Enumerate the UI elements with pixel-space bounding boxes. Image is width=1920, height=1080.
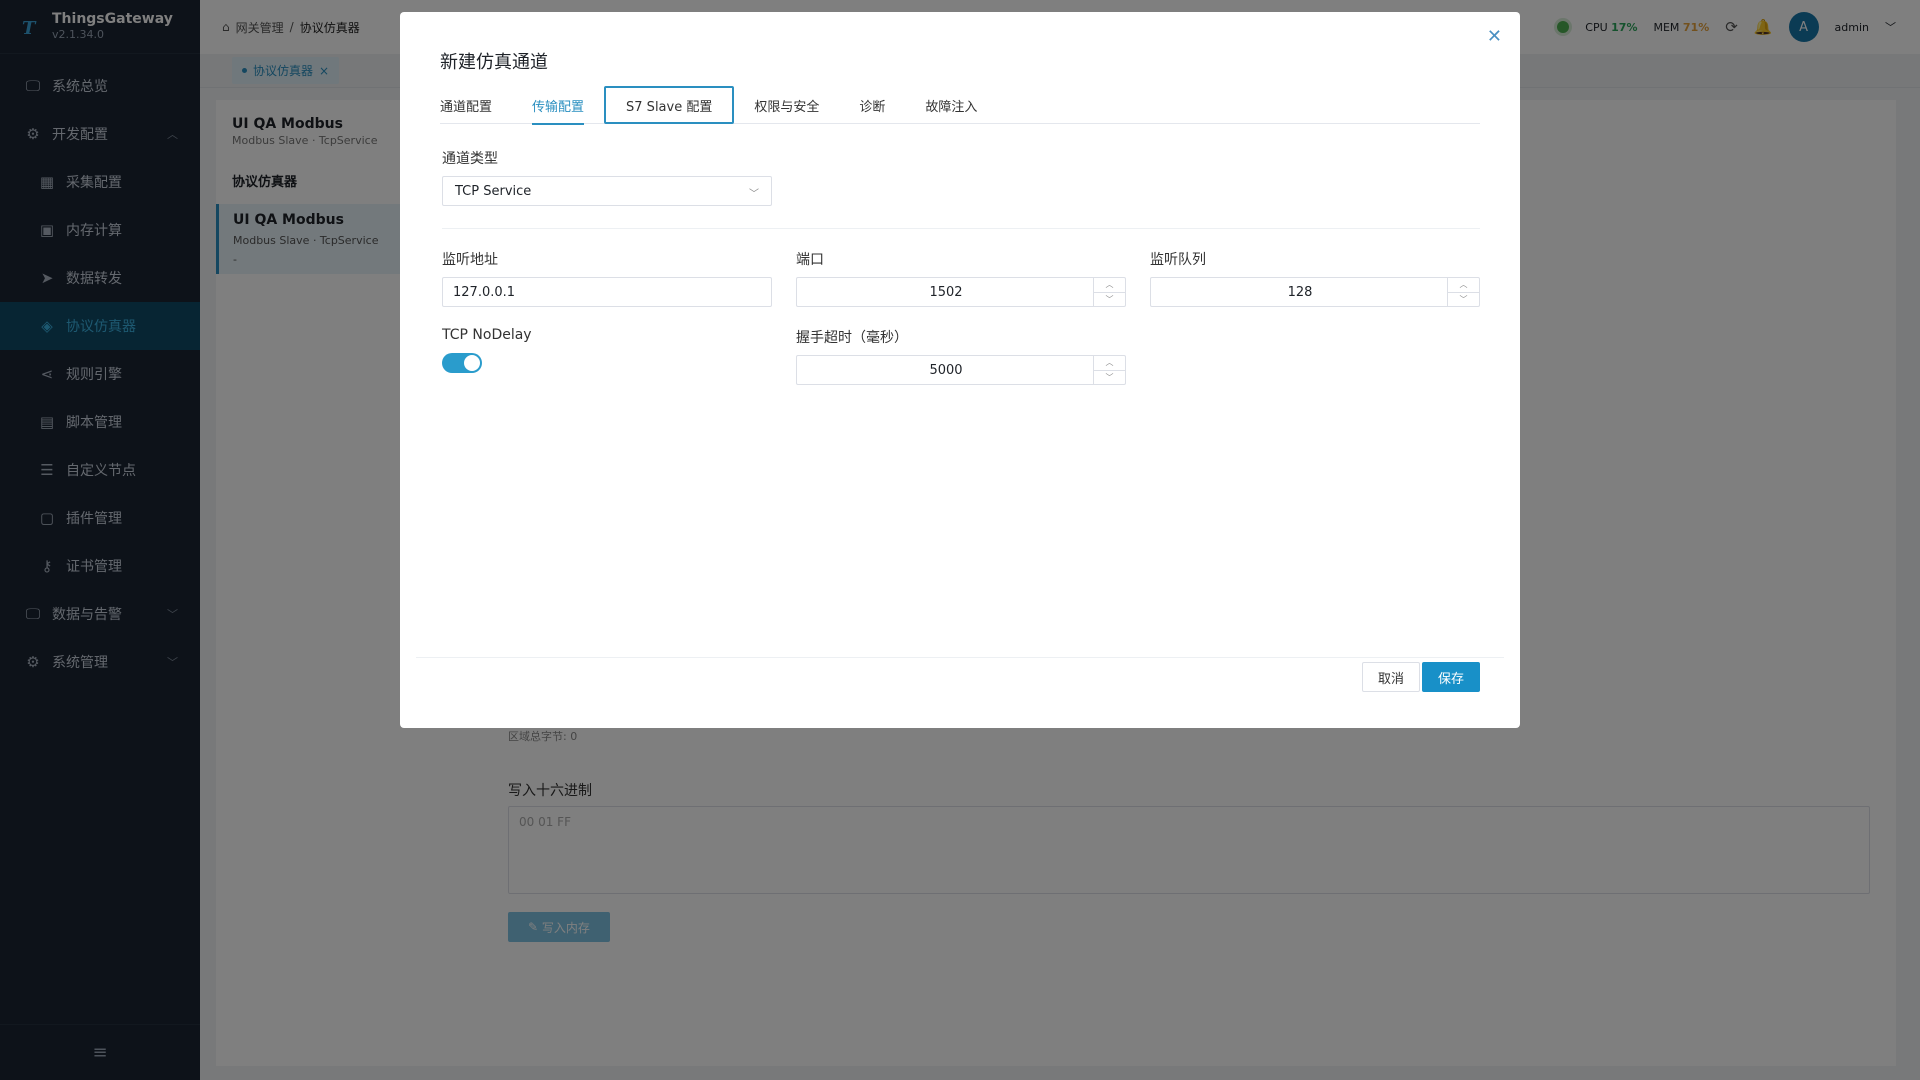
handshake-timeout-value: 5000 (929, 362, 963, 378)
tab-fault-injection[interactable]: 故障注入 (905, 86, 997, 124)
tab-s7-slave-config[interactable]: S7 Slave 配置 (604, 86, 735, 124)
listen-queue-label: 监听队列 (1150, 252, 1206, 268)
handshake-timeout-input[interactable]: 5000 ︿ ﹀ (796, 355, 1126, 385)
listen-queue-field: 监听队列 128 ︿ ﹀ (1150, 249, 1480, 307)
stepper-down-icon[interactable]: ﹀ (1094, 293, 1125, 307)
listen-queue-value: 128 (1287, 284, 1313, 300)
transport-form: 通道类型 TCP Service ﹀ 监听地址 127.0.0.1 端口 150… (442, 148, 1480, 385)
port-stepper[interactable]: ︿ ﹀ (1093, 278, 1125, 306)
port-field: 端口 1502 ︿ ﹀ (796, 249, 1126, 307)
channel-type-label: 通道类型 (442, 151, 498, 167)
modal-title: 新建仿真通道 (440, 52, 548, 73)
close-icon[interactable]: ✕ (1487, 26, 1502, 47)
modal-tabs: 通道配置 传输配置 S7 Slave 配置 权限与安全 诊断 故障注入 (440, 86, 1480, 125)
tab-permissions-security[interactable]: 权限与安全 (734, 86, 839, 124)
stepper-down-icon[interactable]: ﹀ (1094, 371, 1125, 385)
listen-address-input[interactable]: 127.0.0.1 (442, 277, 772, 307)
tab-transport-config[interactable]: 传输配置 (512, 86, 604, 125)
port-label: 端口 (796, 252, 824, 268)
create-channel-modal: ✕ 新建仿真通道 通道配置 传输配置 S7 Slave 配置 权限与安全 诊断 … (400, 12, 1520, 728)
cancel-button[interactable]: 取消 (1362, 662, 1420, 692)
modal-footer-divider (416, 657, 1504, 658)
chevron-down-icon: ﹀ (749, 189, 759, 200)
handshake-timeout-label: 握手超时（毫秒） (796, 330, 908, 346)
listen-address-field: 监听地址 127.0.0.1 (442, 249, 772, 307)
channel-type-select[interactable]: TCP Service ﹀ (442, 176, 772, 206)
handshake-timeout-field: 握手超时（毫秒） 5000 ︿ ﹀ (796, 327, 1126, 385)
form-row: 监听地址 127.0.0.1 端口 1502 ︿ ﹀ 监听队列 128 ︿ ﹀ (442, 249, 1480, 307)
listen-queue-input[interactable]: 128 ︿ ﹀ (1150, 277, 1480, 307)
nodelay-toggle[interactable] (442, 353, 482, 373)
tab-diagnostics[interactable]: 诊断 (839, 86, 905, 124)
stepper-up-icon[interactable]: ︿ (1094, 356, 1125, 371)
listen-address-label: 监听地址 (442, 252, 498, 268)
nodelay-label: TCP NoDelay (442, 327, 532, 343)
divider (442, 228, 1480, 229)
channel-type-value: TCP Service (455, 183, 532, 199)
toggle-knob (464, 355, 480, 371)
save-button[interactable]: 保存 (1422, 662, 1480, 692)
stepper-up-icon[interactable]: ︿ (1094, 278, 1125, 293)
stepper-down-icon[interactable]: ﹀ (1448, 293, 1479, 307)
handshake-timeout-stepper[interactable]: ︿ ﹀ (1093, 356, 1125, 384)
stepper-up-icon[interactable]: ︿ (1448, 278, 1479, 293)
port-value: 1502 (929, 284, 963, 300)
listen-queue-stepper[interactable]: ︿ ﹀ (1447, 278, 1479, 306)
port-input[interactable]: 1502 ︿ ﹀ (796, 277, 1126, 307)
form-row: TCP NoDelay 握手超时（毫秒） 5000 ︿ ﹀ (442, 327, 1480, 385)
tab-channel-config[interactable]: 通道配置 (440, 86, 512, 124)
nodelay-field: TCP NoDelay (442, 327, 772, 385)
